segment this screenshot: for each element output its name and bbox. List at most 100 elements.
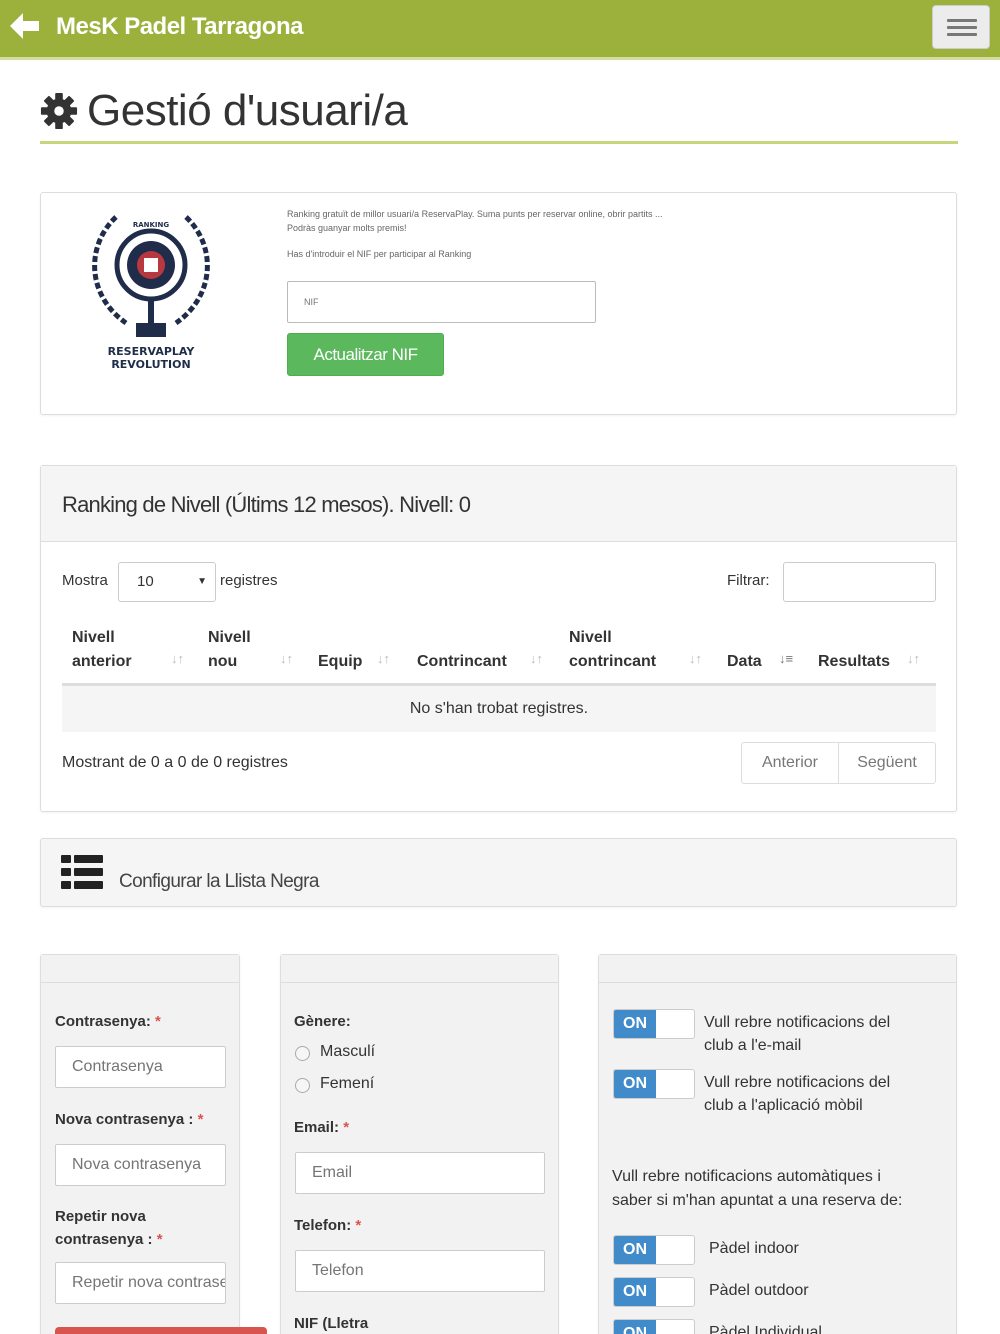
- app-notifications-label: Vull rebre notificacions del club a l'ap…: [704, 1071, 890, 1117]
- email-label: Email: *: [294, 1116, 349, 1139]
- logo-ranking-text: RANKING: [133, 221, 170, 229]
- gender-female-label[interactable]: Femení: [320, 1075, 374, 1093]
- blacklist-card[interactable]: Configurar la Llista Negra: [40, 838, 957, 907]
- new-password-label: Nova contrasenya : *: [55, 1108, 203, 1131]
- email-notifications-toggle[interactable]: ON: [613, 1009, 695, 1039]
- repeat-password-input[interactable]: [55, 1262, 226, 1304]
- column-header-line: nou: [208, 653, 238, 670]
- ranking-description: Ranking gratuït de millor usuari/a Reser…: [287, 209, 663, 219]
- toggle-on-label: ON: [614, 1320, 656, 1334]
- level-ranking-title: Ranking de Nivell (Últims 12 mesos). Niv…: [62, 492, 471, 517]
- filter-label: Filtrar:: [727, 572, 770, 589]
- column-header-team[interactable]: Equip: [318, 650, 362, 674]
- reservaplay-ranking-logo: RANKING RESERVAPLAY REVOLUTION: [92, 215, 210, 371]
- gender-male-radio[interactable]: [295, 1046, 310, 1061]
- password-label-text: Contrasenya:: [55, 1013, 151, 1030]
- toggle-on-label: ON: [614, 1236, 656, 1264]
- auto-notifications-line: saber si m'han apuntat a una reserva de:: [612, 1192, 903, 1209]
- logo-sub-text: REVOLUTION: [111, 358, 190, 371]
- repeat-password-label: Repetir nova contrasenya : *: [55, 1205, 163, 1251]
- form-card-header: [41, 955, 239, 983]
- table-info: Mostrant de 0 a 0 de 0 registres: [62, 754, 288, 771]
- page-size-value: 10: [137, 573, 154, 590]
- ranking-prizes-text: Podràs guanyar molts premis!: [287, 223, 407, 233]
- column-header-date[interactable]: Data: [727, 650, 762, 674]
- sort-icon[interactable]: ↓↑: [280, 651, 293, 666]
- page-header: Gestió d'usuari/a: [40, 86, 958, 144]
- ranking-card: RANKING RESERVAPLAY REVOLUTION Ranking g…: [40, 192, 957, 415]
- update-nif-button[interactable]: Actualitzar NIF: [287, 333, 444, 376]
- new-password-label-text: Nova contrasenya :: [55, 1111, 194, 1128]
- required-mark: *: [355, 1217, 362, 1234]
- email-input[interactable]: [295, 1152, 545, 1194]
- password-form-card: Contrasenya: * Nova contrasenya : * Repe…: [40, 954, 267, 1334]
- password-label: Contrasenya: *: [55, 1010, 161, 1033]
- change-password-button[interactable]: [55, 1327, 267, 1334]
- column-header-results[interactable]: Resultats: [818, 650, 890, 674]
- filter-input[interactable]: [783, 562, 936, 602]
- toggle-on-label: ON: [614, 1070, 656, 1098]
- column-header-line: anterior: [72, 653, 132, 670]
- show-label: Mostra: [62, 572, 108, 589]
- app-notifications-toggle[interactable]: ON: [613, 1069, 695, 1099]
- auto-notifications-text: Vull rebre notificacions automàtiques i …: [612, 1165, 902, 1213]
- gear-icon: [40, 92, 78, 130]
- padel-outdoor-label: Pàdel outdoor: [709, 1282, 809, 1299]
- email-notifications-line: Vull rebre notificacions del: [704, 1014, 891, 1031]
- level-ranking-card: Ranking de Nivell (Últims 12 mesos). Niv…: [40, 465, 957, 812]
- nif-input[interactable]: [287, 281, 596, 323]
- profile-form-card: Gènere: Masculí Femení Email: * Telefon:…: [280, 954, 559, 1334]
- padel-indoor-label: Pàdel indoor: [709, 1240, 799, 1257]
- sort-icon[interactable]: ↓↑: [689, 651, 702, 666]
- sort-icon[interactable]: ↓↑: [171, 651, 184, 666]
- sort-desc-icon[interactable]: ↓≡: [779, 651, 793, 666]
- sort-icon[interactable]: ↓↑: [907, 651, 920, 666]
- gender-female-radio[interactable]: [295, 1078, 310, 1093]
- app-notifications-line: club a l'aplicació mòbil: [704, 1097, 863, 1114]
- password-input[interactable]: [55, 1046, 226, 1088]
- sort-icon[interactable]: ↓↑: [377, 651, 390, 666]
- back-arrow-icon[interactable]: [6, 8, 42, 44]
- toggle-on-label: ON: [614, 1010, 656, 1038]
- column-header-line: contrincant: [569, 653, 657, 670]
- form-card-header: [599, 955, 956, 983]
- page-size-select[interactable]: 10 ▼: [118, 562, 216, 602]
- phone-input[interactable]: [295, 1250, 545, 1292]
- logo-brand-text: RESERVAPLAY: [108, 345, 196, 358]
- padel-indoor-toggle[interactable]: ON: [613, 1235, 695, 1265]
- sort-icon[interactable]: ↓↑: [530, 651, 543, 666]
- form-card-header: [281, 955, 558, 983]
- hamburger-menu-button[interactable]: [932, 5, 990, 49]
- gender-label: Gènere:: [294, 1013, 351, 1030]
- required-mark: *: [197, 1111, 204, 1128]
- column-header-new-level[interactable]: Nivell nou: [208, 626, 251, 674]
- phone-label: Telefon: *: [294, 1214, 361, 1237]
- column-header-opponent-level[interactable]: Nivell contrincant: [569, 626, 656, 674]
- required-mark: *: [343, 1119, 350, 1136]
- previous-page-button[interactable]: Anterior: [741, 742, 839, 784]
- records-label: registres: [220, 572, 278, 589]
- menu-bar-icon: [947, 19, 977, 22]
- email-label-text: Email:: [294, 1119, 340, 1136]
- column-header-line: Nivell: [569, 629, 612, 646]
- page-title: Gestió d'usuari/a: [87, 86, 408, 135]
- repeat-password-label-line: Repetir nova: [55, 1208, 146, 1225]
- nif-label: NIF (Lletra: [294, 1315, 369, 1332]
- gender-male-label[interactable]: Masculí: [320, 1043, 375, 1061]
- padel-outdoor-toggle[interactable]: ON: [613, 1277, 695, 1307]
- column-header-line: Nivell: [72, 629, 115, 646]
- blacklist-label: Configurar la Llista Negra: [119, 871, 319, 892]
- phone-label-text: Telefon:: [294, 1217, 352, 1234]
- menu-bar-icon: [947, 33, 977, 36]
- next-page-button[interactable]: Següent: [838, 742, 936, 784]
- column-header-line: Nivell: [208, 629, 251, 646]
- notifications-card: ON Vull rebre notificacions del club a l…: [598, 954, 957, 1334]
- column-header-previous-level[interactable]: Nivell anterior: [72, 626, 132, 674]
- column-header-opponent[interactable]: Contrincant: [417, 650, 507, 674]
- menu-bar-icon: [947, 26, 977, 29]
- padel-individual-toggle[interactable]: ON: [613, 1319, 695, 1334]
- required-mark: *: [156, 1231, 163, 1248]
- email-notifications-label: Vull rebre notificacions del club a l'e-…: [704, 1011, 890, 1057]
- email-notifications-line: club a l'e-mail: [704, 1037, 802, 1054]
- new-password-input[interactable]: [55, 1144, 226, 1186]
